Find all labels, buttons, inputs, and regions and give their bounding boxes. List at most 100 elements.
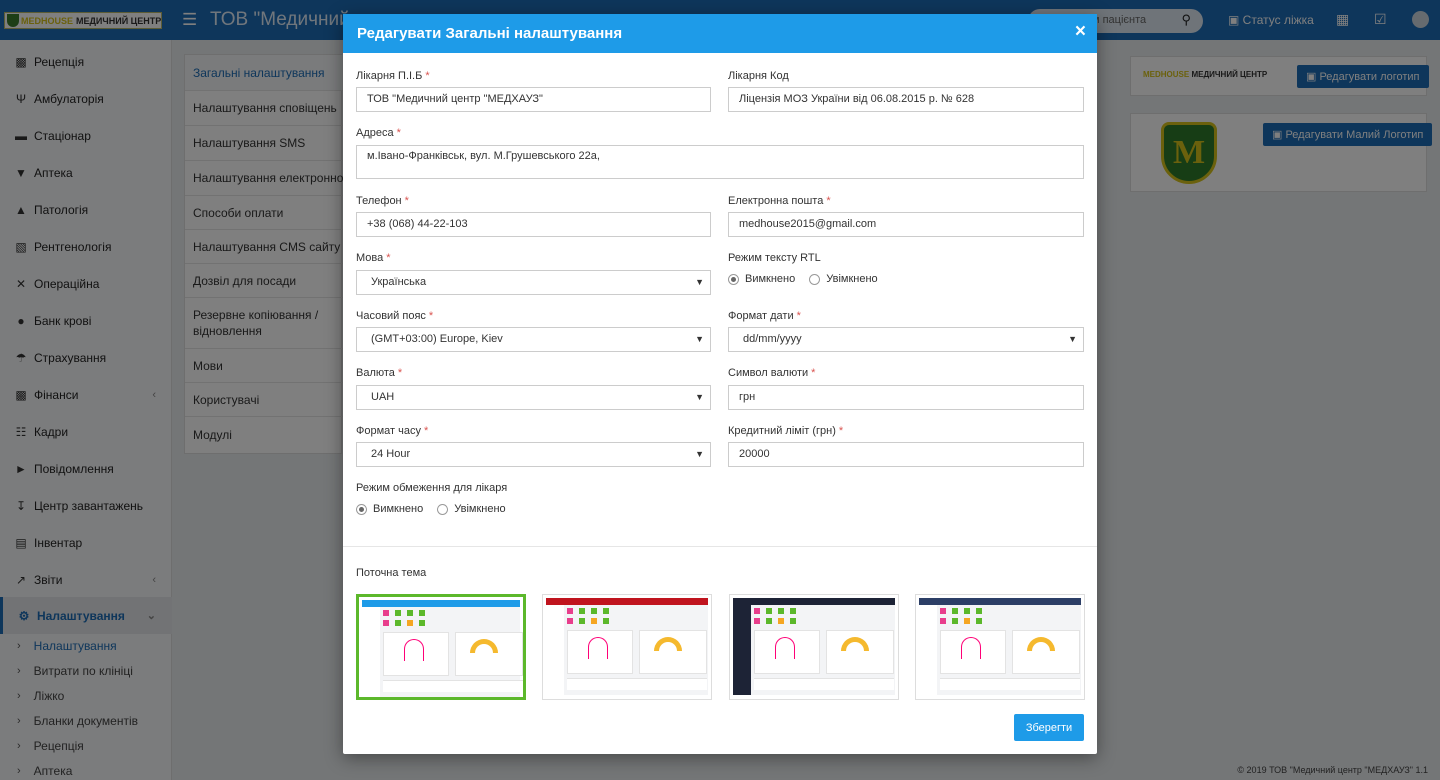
theme-preview-header — [362, 600, 520, 607]
select-value: (GMT+03:00) Europe, Kiev — [371, 333, 503, 345]
doctor-restriction-off-radio[interactable] — [356, 503, 367, 515]
required-marker: * — [396, 127, 401, 139]
edit-general-settings-modal: Редагувати Загальні налаштування × Лікар… — [343, 14, 1097, 754]
theme-preview-tile — [567, 608, 573, 614]
select-value: dd/mm/yyyy — [743, 333, 802, 345]
hospital-code-input[interactable]: Ліцензія МОЗ України від 06.08.2015 р. №… — [728, 87, 1084, 112]
credit-limit-label: Кредитний ліміт (грн) * — [728, 425, 843, 437]
label-text: Мова — [356, 252, 384, 264]
theme-preview-gauge-chart — [639, 630, 707, 674]
theme-preview-tile — [964, 608, 970, 614]
label-text: Валюта — [356, 367, 395, 379]
theme-option-dark[interactable] — [729, 594, 899, 700]
theme-preview-gauge — [1027, 637, 1055, 651]
theme-preview-tile — [407, 610, 413, 616]
date-format-label: Формат дати * — [728, 310, 801, 322]
required-marker: * — [425, 70, 430, 82]
theme-label: Поточна тема — [356, 567, 427, 579]
label-text: Символ валюти — [728, 367, 809, 379]
theme-preview-tile — [383, 610, 389, 616]
date-format-select[interactable]: dd/mm/yyyy ▼ — [728, 327, 1084, 352]
theme-preview-tile — [964, 618, 970, 624]
theme-preview-tile — [383, 620, 389, 626]
theme-option-red[interactable] — [542, 594, 712, 700]
theme-preview-table — [383, 680, 523, 692]
theme-preview-line-chart — [383, 632, 449, 676]
label-text: Адреса — [356, 127, 394, 139]
modal-title: Редагувати Загальні налаштування — [357, 25, 623, 42]
address-textarea[interactable]: м.Івано-Франківськ, вул. М.Грушевського … — [356, 145, 1084, 179]
caret-down-icon: ▼ — [695, 449, 704, 459]
hospital-code-label: Лікарня Код — [728, 70, 789, 82]
theme-preview-gauge-chart — [1012, 630, 1080, 674]
theme-preview-curve — [588, 637, 608, 659]
theme-preview-tile — [395, 620, 401, 626]
theme-preview-gauge — [841, 637, 869, 651]
theme-preview-tile — [591, 608, 597, 614]
label-text: Кредитний ліміт (грн) — [728, 425, 836, 437]
theme-preview-curve — [404, 639, 424, 661]
theme-preview-table — [567, 678, 707, 690]
timezone-select[interactable]: (GMT+03:00) Europe, Kiev ▼ — [356, 327, 711, 352]
theme-preview-tile — [940, 608, 946, 614]
currency-symbol-input[interactable]: грн — [728, 385, 1084, 410]
phone-input[interactable]: +38 (068) 44-22-103 — [356, 212, 711, 237]
theme-preview-tile — [579, 618, 585, 624]
time-format-select[interactable]: 24 Hour ▼ — [356, 442, 711, 467]
language-label: Мова * — [356, 252, 391, 264]
label-text: Часовий пояс — [356, 310, 426, 322]
theme-preview-header — [546, 598, 708, 605]
theme-preview-curve — [961, 637, 981, 659]
credit-limit-input[interactable]: 20000 — [728, 442, 1084, 467]
divider — [343, 546, 1097, 547]
theme-option-navy[interactable] — [915, 594, 1085, 700]
required-marker: * — [404, 195, 409, 207]
theme-preview-tile — [778, 618, 784, 624]
rtl-label: Режим тексту RTL — [728, 252, 821, 264]
theme-preview-tile — [754, 608, 760, 614]
radio-label: Вимкнено — [745, 273, 796, 285]
caret-down-icon: ▼ — [695, 392, 704, 402]
currency-select[interactable]: UAH ▼ — [356, 385, 711, 410]
doctor-restriction-radio-group: Вимкнено Увімкнено — [356, 503, 520, 515]
theme-preview-line-chart — [567, 630, 633, 674]
rtl-on-radio[interactable] — [809, 273, 821, 285]
theme-preview-tile — [778, 608, 784, 614]
theme-preview-tile — [952, 618, 958, 624]
rtl-off-radio[interactable] — [728, 273, 739, 285]
theme-preview-gauge-chart — [826, 630, 894, 674]
required-marker: * — [811, 367, 816, 379]
theme-preview-tile — [591, 618, 597, 624]
theme-preview-tile — [419, 610, 425, 616]
hospital-name-input[interactable]: ТОВ "Медичний центр "МЕДХАУЗ" — [356, 87, 711, 112]
label-text: Лікарня П.І.Б — [356, 70, 423, 82]
modal-header: Редагувати Загальні налаштування × — [343, 14, 1097, 53]
save-button[interactable]: Зберегти — [1014, 714, 1084, 741]
select-value: Українська — [371, 276, 427, 288]
theme-option-blue[interactable] — [356, 594, 526, 700]
radio-label: Увімкнено — [454, 503, 506, 515]
doctor-restriction-label: Режим обмеження для лікаря — [356, 482, 508, 494]
theme-preview-tile — [754, 618, 760, 624]
time-format-label: Формат часу * — [356, 425, 428, 437]
rtl-radio-group: Вимкнено Увімкнено — [728, 273, 892, 285]
theme-preview-body — [546, 605, 708, 695]
required-marker: * — [796, 310, 801, 322]
hospital-name-label: Лікарня П.І.Б * — [356, 70, 430, 82]
doctor-restriction-on-radio[interactable] — [437, 503, 449, 515]
label-text: Формат дати — [728, 310, 794, 322]
theme-preview-sidebar — [919, 605, 937, 695]
required-marker: * — [838, 425, 844, 437]
caret-down-icon: ▼ — [1068, 334, 1077, 344]
email-input[interactable]: medhouse2015@gmail.com — [728, 212, 1084, 237]
theme-preview-tile — [407, 620, 413, 626]
theme-preview-tile — [976, 608, 982, 614]
label-text: Формат часу — [356, 425, 421, 437]
theme-preview-curve — [775, 637, 795, 659]
email-label: Електронна пошта * — [728, 195, 831, 207]
close-icon[interactable]: × — [1075, 21, 1086, 43]
theme-preview-tile — [790, 618, 796, 624]
theme-preview-main — [383, 610, 523, 694]
language-select[interactable]: Українська ▼ — [356, 270, 711, 295]
theme-preview-tile — [766, 608, 772, 614]
